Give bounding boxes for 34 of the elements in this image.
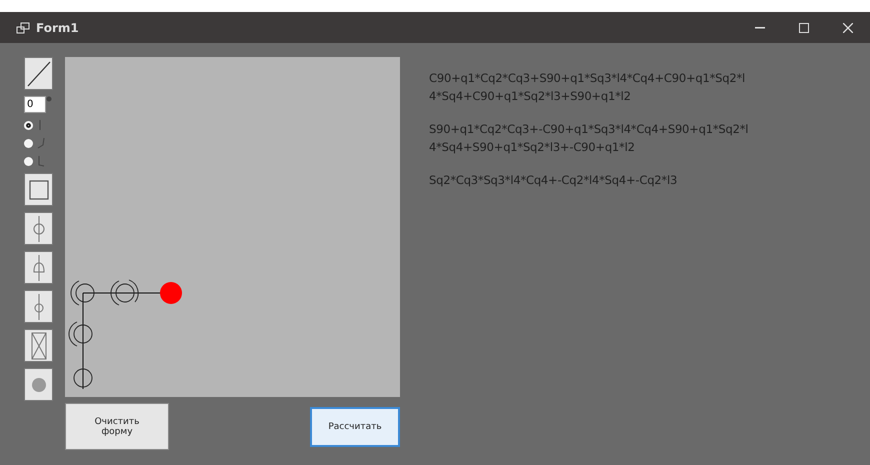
formula-text: 4*Sq4+C90+q1*Sq2*l3+S90+q1*l2 (429, 88, 632, 105)
diagonal-line-icon (26, 60, 50, 86)
radio-button[interactable] (24, 138, 33, 148)
spin-icon[interactable] (46, 96, 52, 102)
bell-joint-icon (32, 254, 46, 280)
joint-symbol (70, 280, 94, 306)
window-icon (16, 22, 30, 34)
tool-button[interactable] (24, 173, 53, 206)
minimize-icon (755, 26, 765, 28)
formula-text: 4*Sq4+S90+q1*Sq2*l3+-C90+q1*l2 (429, 139, 636, 156)
joint-symbol (74, 368, 92, 388)
formula-text: S90+q1*Cq2*Cq3+-C90+q1*Sq3*l4*Cq4+S90+q1*Sq2*l (429, 121, 748, 138)
maximize-icon (799, 22, 809, 32)
circle-icon (30, 376, 46, 392)
tool-button[interactable] (24, 57, 53, 90)
window-title: Form1 (36, 20, 80, 34)
number-field[interactable]: 0 (24, 96, 46, 113)
close-icon (843, 22, 853, 32)
square-icon (28, 180, 48, 200)
calculate-button[interactable]: Рассчитать (310, 407, 400, 447)
link-icon (37, 155, 45, 167)
formula-text: C90+q1*Cq2*Cq3+S90+q1*Sq3*l4*Cq4+C90+q1*Sq2*l (429, 70, 746, 87)
radio-button[interactable] (24, 120, 33, 130)
radio-button[interactable] (24, 156, 33, 166)
joint-symbol (110, 280, 139, 306)
link-icon (37, 137, 45, 149)
prismatic-joint-icon (30, 332, 48, 360)
clear-button[interactable]: Очистить форму (65, 403, 169, 450)
end-effector-dot (160, 282, 182, 304)
link-icon (37, 119, 43, 131)
joint-icon (32, 216, 46, 242)
ball-joint-icon (32, 294, 46, 320)
joint-symbol (68, 322, 92, 346)
formula-text: Sq2*Cq3*Sq3*l4*Cq4+-Cq2*l4*Sq4+-Cq2*l3 (429, 172, 678, 189)
